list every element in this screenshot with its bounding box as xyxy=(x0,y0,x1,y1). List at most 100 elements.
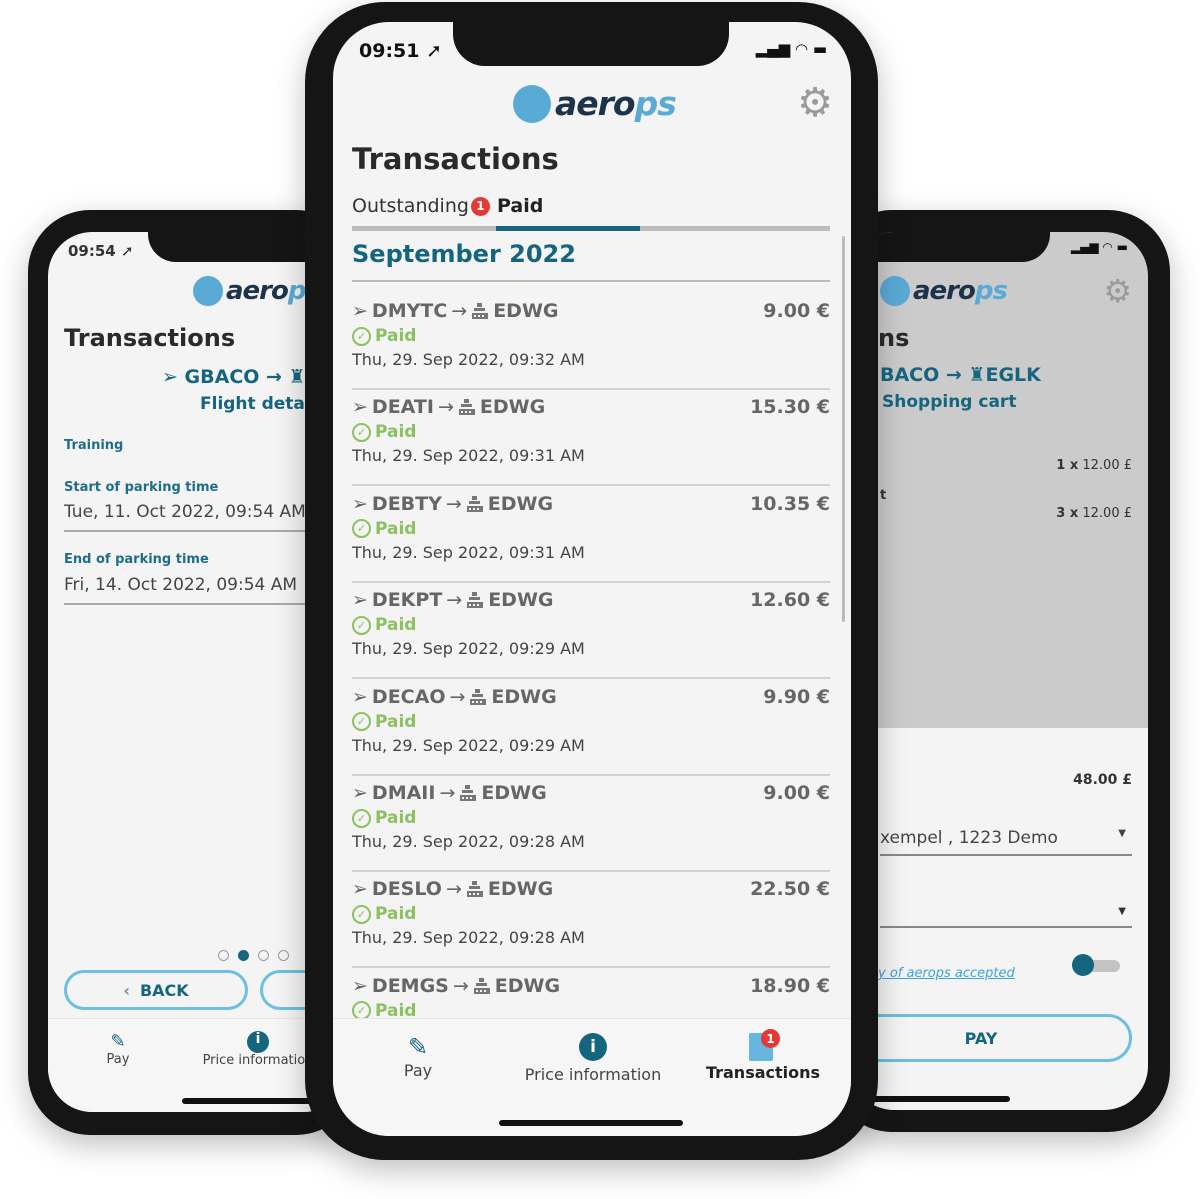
transaction-row[interactable]: ➢ DEATI → EDWG 15.30 € ✓ Paid Thu, 29. Sep 2… xyxy=(352,390,830,487)
transaction-amount: 15.30 € xyxy=(750,396,830,419)
center-screen: 09:51 ➚ ▂▄▆ ◠ ▬ aero ps ⚙ Transactions Ou… xyxy=(333,22,851,1136)
tab-indicator xyxy=(496,226,640,231)
transaction-route: ➢ DEATI → EDWG xyxy=(352,396,546,419)
dropdown-icon: ▼ xyxy=(1118,906,1126,917)
plane-icon: ➢ xyxy=(352,492,368,515)
transaction-row[interactable]: ➢ DMYTC → EDWG 9.00 € ✓ Paid Thu, 29. Sep 20… xyxy=(352,294,830,390)
status-time: 09:51 ➚ xyxy=(359,40,443,62)
transaction-date: Thu, 29. Sep 2022, 09:29 AM xyxy=(352,735,585,755)
check-circle-icon: ✓ xyxy=(352,904,371,924)
back-button[interactable]: ‹ BACK xyxy=(64,970,248,1010)
airport-tower-icon xyxy=(458,399,475,416)
right-phone: ▂▄▆ ◠ ▬ aero ps ⚙ ns BACO → ♜EGLK Shoppin… xyxy=(830,210,1170,1132)
transaction-row[interactable]: ➢ DMAII → EDWG 9.00 € ✓ Paid Thu, 29. Sep 20… xyxy=(352,776,830,872)
page-title: Transactions xyxy=(64,324,236,352)
arrow-right-icon: → xyxy=(446,589,463,612)
transaction-route: ➢ DMAII → EDWG xyxy=(352,782,547,804)
transaction-amount: 18.90 € xyxy=(750,974,830,997)
scrollbar[interactable] xyxy=(842,236,845,622)
airport-tower-icon xyxy=(472,303,489,319)
tab-pay[interactable]: ✎ Pay xyxy=(373,1033,463,1080)
transaction-route: ➢ DESLO → EDWG xyxy=(352,878,554,901)
tab-track xyxy=(352,226,830,231)
transaction-row[interactable]: ➢ DECAO → EDWG 9.90 € ✓ Paid Thu, 29. Sep 20… xyxy=(352,680,830,776)
gear-icon[interactable]: ⚙ xyxy=(1103,272,1132,310)
gear-icon[interactable]: ⚙ xyxy=(797,80,833,126)
check-circle-icon: ✓ xyxy=(352,615,371,635)
status-paid: ✓ Paid xyxy=(352,615,416,635)
terms-toggle[interactable] xyxy=(1072,954,1122,976)
transaction-date: Thu, 29. Sep 2022, 09:29 AM xyxy=(352,639,585,659)
status-icons: ▂▄▆ ◠ ▬ xyxy=(755,40,827,58)
status-time: 09:54 ➚ xyxy=(68,242,134,260)
transaction-route: ➢ DEMGS → EDWG xyxy=(352,974,561,997)
status-paid: ✓ Paid xyxy=(352,422,416,442)
transaction-date: Thu, 29. Sep 2022, 09:31 AM xyxy=(352,446,585,466)
pay-icon: ✎ xyxy=(407,1033,429,1061)
plane-icon: ➢ xyxy=(352,685,368,708)
month-divider xyxy=(352,280,830,282)
logo: aero ps xyxy=(880,276,1008,306)
address-select[interactable]: xempel , 1223 Demo ▼ xyxy=(880,828,1132,856)
transaction-route: ➢ DEBTY → EDWG xyxy=(352,492,554,515)
status-paid: ✓ Paid xyxy=(352,712,416,732)
status-paid: ✓ Paid xyxy=(352,1001,416,1018)
route: ➢ GBACO → ♜E xyxy=(162,366,319,388)
page-dots xyxy=(218,950,289,961)
tab-paid[interactable]: Paid xyxy=(497,195,543,217)
notch xyxy=(453,22,729,66)
transactions-badge: 1 xyxy=(761,1029,780,1048)
outstanding-badge: 1 xyxy=(470,196,490,216)
arrow-right-icon: → xyxy=(445,492,462,515)
transaction-date: Thu, 29. Sep 2022, 09:28 AM xyxy=(352,832,585,851)
arrow-right-icon: → xyxy=(445,878,462,901)
arrow-right-icon: → xyxy=(439,782,456,804)
airport-tower-icon xyxy=(473,977,490,994)
plane-icon: ➢ xyxy=(352,974,368,997)
status-icons: ▂▄▆ ◠ ▬ xyxy=(1070,240,1128,254)
section-label: Training xyxy=(64,438,124,453)
transaction-amount: 22.50 € xyxy=(750,878,830,901)
dropdown-icon: ▼ xyxy=(1118,828,1126,839)
airport-tower-icon xyxy=(460,785,477,801)
tab-price-information[interactable]: i Price information xyxy=(193,1031,323,1068)
terms-link[interactable]: y of aerops accepted xyxy=(878,966,1015,981)
home-indicator xyxy=(499,1120,683,1126)
transaction-row[interactable]: ➢ DEBTY → EDWG 10.35 € ✓ Paid Thu, 29. Sep 2… xyxy=(352,487,830,583)
transaction-amount: 12.60 € xyxy=(750,589,830,612)
transaction-date: Thu, 29. Sep 2022, 09:31 AM xyxy=(352,542,585,562)
status-paid: ✓ Paid xyxy=(352,519,416,539)
cart-item: 3 x 12.00 £ xyxy=(1056,506,1132,521)
start-label: Start of parking time xyxy=(64,480,219,495)
page-title: Transactions xyxy=(352,142,559,176)
payment-select[interactable]: ▼ xyxy=(880,898,1132,928)
tab-transactions[interactable]: 1 Transactions xyxy=(693,1029,833,1082)
tab-outstanding[interactable]: Outstanding 1 xyxy=(352,195,490,217)
pay-icon: ✎ xyxy=(110,1031,126,1052)
transaction-row[interactable]: ➢ DEMGS → EDWG 18.90 € ✓ Paid xyxy=(352,969,830,1018)
plane-icon: ➢ xyxy=(352,782,368,804)
transaction-row[interactable]: ➢ DEKPT → EDWG 12.60 € ✓ Paid Thu, 29. Sep 2… xyxy=(352,583,830,680)
pay-button[interactable]: PAY xyxy=(850,1014,1132,1062)
tab-pay[interactable]: ✎ Pay xyxy=(88,1031,148,1067)
arrow-right-icon: → xyxy=(452,974,469,997)
info-icon: i xyxy=(579,1033,607,1061)
month-header: September 2022 xyxy=(352,240,576,268)
status-paid: ✓ Paid xyxy=(352,326,416,346)
transaction-amount: 9.00 € xyxy=(763,782,830,804)
route: BACO → ♜EGLK xyxy=(880,364,1041,386)
status-paid: ✓ Paid xyxy=(352,904,416,924)
logo: aero ps xyxy=(193,276,321,306)
check-circle-icon: ✓ xyxy=(352,422,371,442)
status-paid: ✓ Paid xyxy=(352,808,416,828)
transaction-row[interactable]: ➢ DESLO → EDWG 22.50 € ✓ Paid Thu, 29. Sep 2… xyxy=(352,872,830,969)
arrow-right-icon: → xyxy=(449,685,466,708)
tab-price-information[interactable]: i Price information xyxy=(513,1033,673,1084)
transaction-amount: 9.00 € xyxy=(763,300,830,322)
check-circle-icon: ✓ xyxy=(352,1001,371,1018)
right-screen: ▂▄▆ ◠ ▬ aero ps ⚙ ns BACO → ♜EGLK Shoppin… xyxy=(850,232,1148,1110)
subtitle: Shopping cart xyxy=(882,392,1017,412)
transaction-list: ➢ DMYTC → EDWG 9.00 € ✓ Paid Thu, 29. Sep 20… xyxy=(333,284,851,1018)
airport-tower-icon xyxy=(466,881,483,898)
notch xyxy=(850,232,1050,262)
